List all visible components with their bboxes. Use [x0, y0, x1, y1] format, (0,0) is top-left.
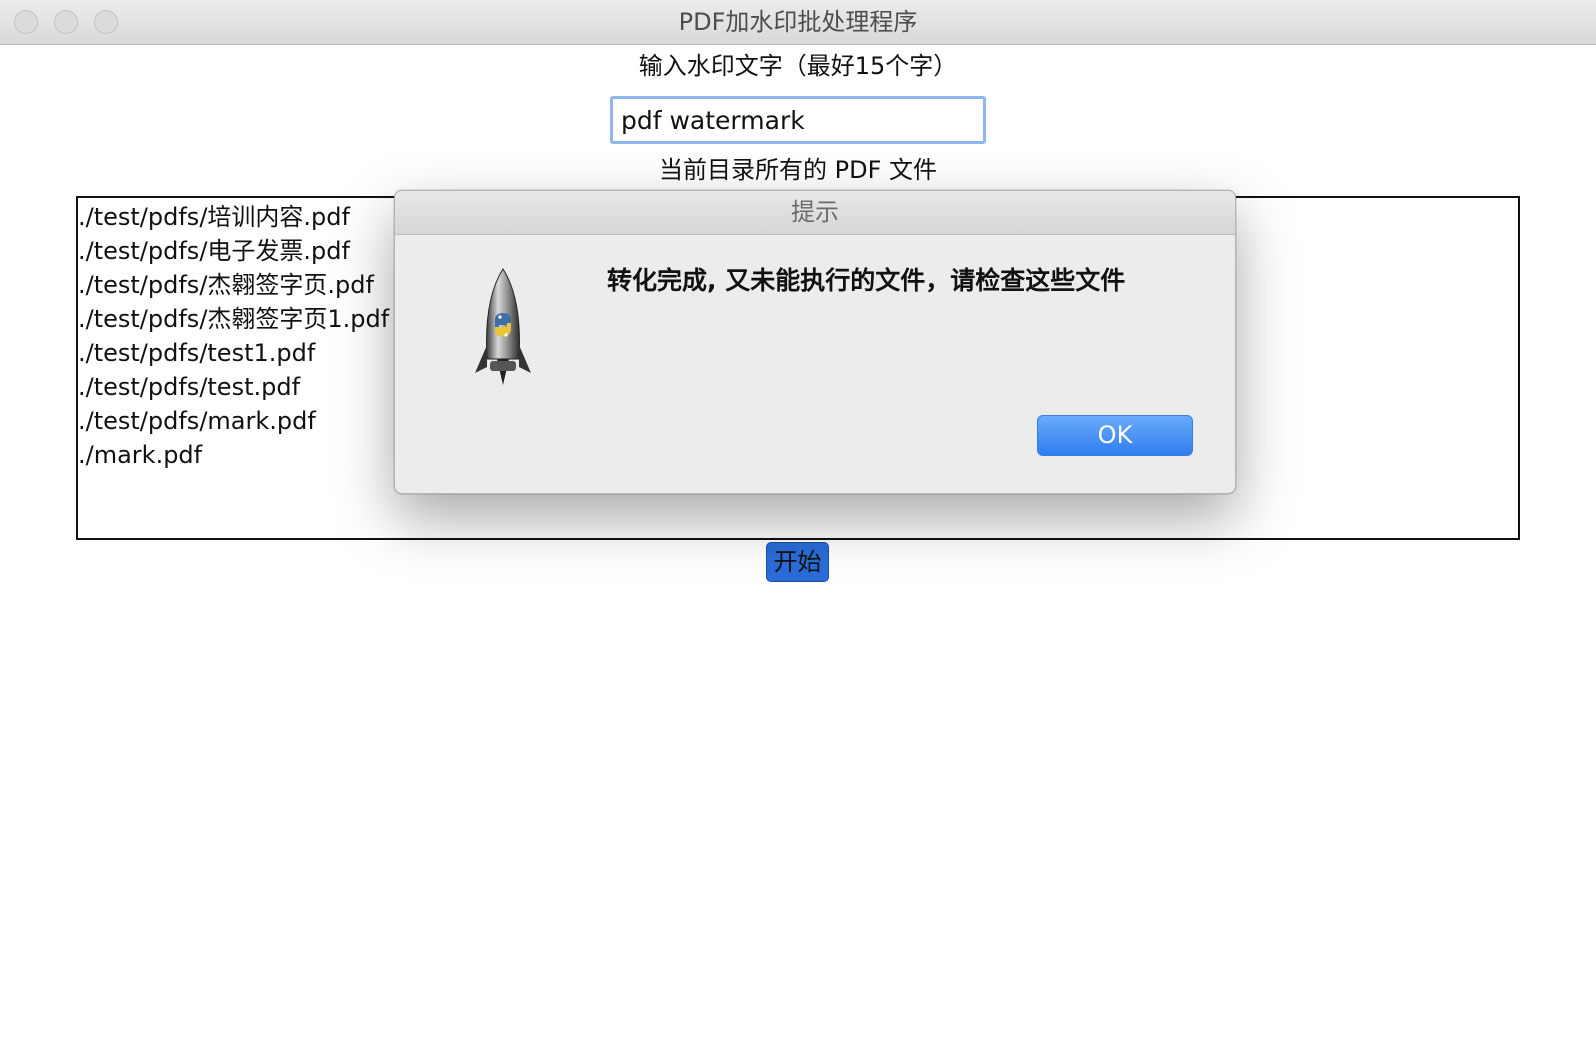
alert-dialog: 提示 转化完成, 又未能执行的文件，请检查这些文件 OK: [394, 190, 1236, 494]
dialog-title: 提示: [791, 198, 839, 226]
ok-button[interactable]: OK: [1037, 415, 1193, 456]
file-list-label: 当前目录所有的 PDF 文件: [658, 156, 937, 184]
python-launcher-rocket-icon: [475, 268, 531, 385]
window-title: PDF加水印批处理程序: [678, 8, 918, 36]
start-button[interactable]: 开始: [766, 542, 829, 582]
dialog-titlebar[interactable]: 提示: [395, 191, 1235, 235]
app-window: PDF加水印批处理程序 输入水印文字（最好15个字） 当前目录所有的 PDF 文…: [0, 0, 1596, 1040]
watermark-input[interactable]: [610, 96, 986, 144]
watermark-label: 输入水印文字（最好15个字）: [638, 52, 958, 80]
window-titlebar[interactable]: PDF加水印批处理程序: [0, 0, 1596, 45]
dialog-message: 转化完成, 又未能执行的文件，请检查这些文件: [607, 266, 1126, 295]
